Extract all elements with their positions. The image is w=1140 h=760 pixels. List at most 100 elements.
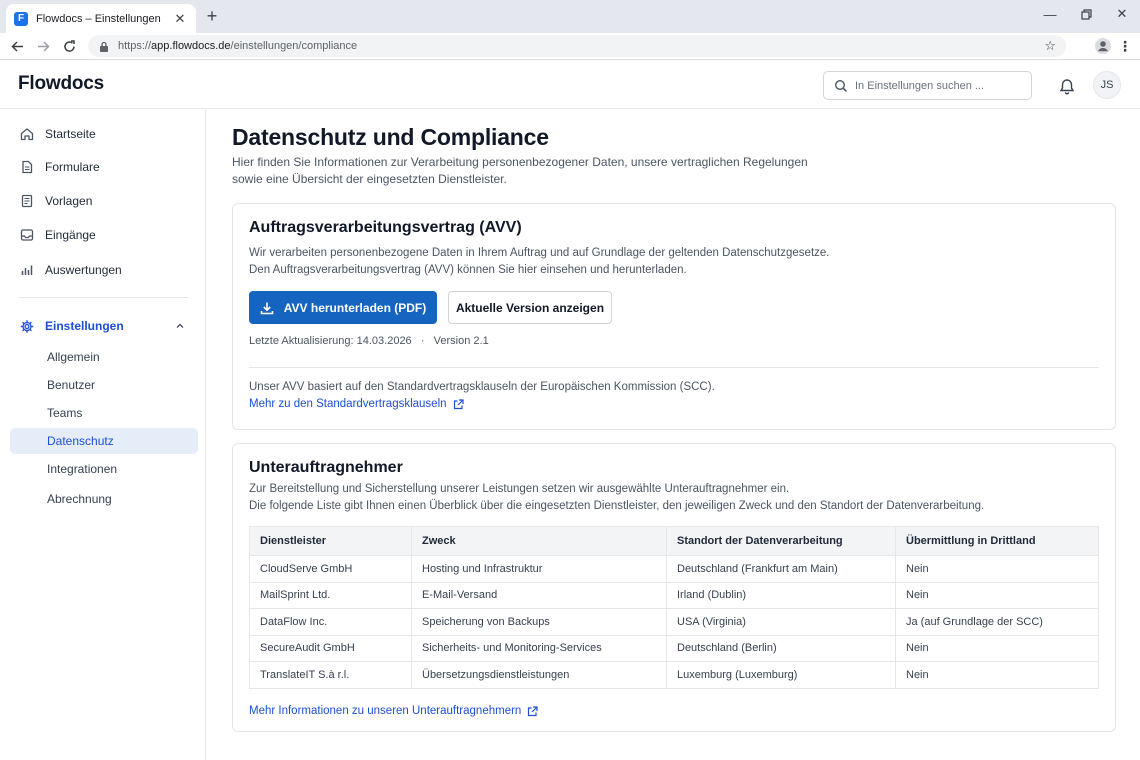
table-cell: E-Mail-Versand [411, 581, 667, 609]
table-cell: Übersetzungsdienstleistungen [411, 661, 667, 688]
download-avv-button[interactable]: AVV herunterladen (PDF) [249, 291, 437, 324]
table-row: MailSprint Ltd. E-Mail-Versand Irland (D… [249, 581, 1099, 609]
avv-meta: Letzte Aktualisierung: 14.03.2026 · Vers… [249, 335, 489, 347]
table-cell: Sicherheits- und Monitoring-Services [411, 634, 667, 662]
subprocessors-title: Unterauftragnehmer [249, 459, 403, 476]
subprocessors-text-line1: Zur Bereitstellung und Sicherstellung un… [249, 483, 790, 495]
sidebar-item-startseite[interactable]: Startseite [10, 120, 198, 148]
page-title: Datenschutz und Compliance [232, 124, 549, 150]
table-cell: Deutschland (Berlin) [666, 634, 896, 662]
table-row: TranslateIT S.à r.l. Übersetzungsdienstl… [249, 661, 1099, 688]
table-row: SecureAudit GmbH Sicherheits- und Monito… [249, 634, 1099, 662]
site-info-icon[interactable] [98, 40, 110, 52]
avv-title: Auftragsverarbeitungsvertrag (AVV) [249, 219, 522, 236]
brand-logo[interactable]: Flowdocs [18, 73, 104, 95]
sidebar-item-vorlagen[interactable]: Vorlagen [10, 187, 198, 215]
table-cell: Ja (auf Grundlage der SCC) [895, 608, 1099, 635]
sidebar: Startseite Formulare Vorlagen Eingänge A… [0, 110, 206, 760]
sidebar-section-einstellungen[interactable]: Einstellungen [10, 312, 198, 340]
document-icon [20, 160, 34, 174]
user-avatar[interactable]: JS [1093, 71, 1121, 99]
restore-icon[interactable] [1068, 0, 1104, 28]
search-placeholder: In Einstellungen suchen ... [855, 79, 985, 92]
forward-arrow-icon[interactable] [30, 35, 56, 57]
chevron-up-icon[interactable] [174, 320, 186, 332]
sidebar-item-auswertungen[interactable]: Auswertungen [10, 256, 198, 284]
external-link-icon [527, 705, 538, 717]
avv-text-line2: Den Auftragsverarbeitungsvertrag (AVV) k… [249, 264, 687, 276]
subprocessors-text-line2: Die folgende Liste gibt Ihnen einen Über… [249, 500, 985, 512]
close-window-icon[interactable]: ✕ [1104, 0, 1140, 28]
table-cell: SecureAudit GmbH [249, 634, 412, 662]
view-current-version-button[interactable]: Aktuelle Version anzeigen [448, 291, 612, 324]
avv-card: Auftragsverarbeitungsvertrag (AVV) Wir v… [232, 203, 1116, 430]
table-cell: Irland (Dublin) [666, 581, 896, 609]
table-cell: Nein [895, 581, 1099, 609]
home-icon [20, 127, 34, 141]
table-cell: CloudServe GmbH [249, 555, 412, 582]
sidebar-subitem-integrationen[interactable]: Integrationen [10, 456, 198, 482]
column-header: Standort der Datenverarbeitung [666, 526, 896, 556]
table-cell: Hosting und Infrastruktur [411, 555, 667, 582]
inbox-icon [20, 228, 34, 242]
main-content: Datenschutz und Compliance Hier finden S… [207, 110, 1140, 760]
browser-tabbar: F Flowdocs – Einstellungen ✕ + — ✕ [0, 0, 1140, 33]
sidebar-subitem-benutzer[interactable]: Benutzer [10, 372, 198, 398]
sidebar-item-eingaenge[interactable]: Eingänge [10, 221, 198, 249]
avv-divider [249, 367, 1099, 368]
sidebar-item-formulare[interactable]: Formulare [10, 153, 198, 181]
new-tab-icon[interactable]: + [202, 6, 222, 26]
page-description: Hier finden Sie Informationen zur Verarb… [232, 155, 808, 186]
app-favicon-icon: F [14, 11, 28, 26]
table-cell: MailSprint Ltd. [249, 581, 412, 609]
url-text: https://app.flowdocs.de/einstellungen/co… [118, 40, 358, 52]
bar-chart-icon [20, 263, 34, 277]
table-header-row: Dienstleister Zweck Standort der Datenve… [249, 526, 1099, 556]
sidebar-subitem-datenschutz[interactable]: Datenschutz [10, 428, 198, 454]
table-cell: Nein [895, 555, 1099, 582]
notifications-bell-icon[interactable] [1057, 76, 1077, 96]
subprocessors-table: Dienstleister Zweck Standort der Datenve… [249, 526, 1099, 689]
column-header: Übermittlung in Drittland [895, 526, 1099, 556]
column-header: Dienstleister [249, 526, 412, 556]
subprocessors-card: Unterauftragnehmer Zur Bereitstellung un… [232, 443, 1116, 732]
scc-text: Unser AVV basiert auf den Standardvertra… [249, 381, 715, 393]
sidebar-subitem-allgemein[interactable]: Allgemein [10, 344, 198, 370]
scc-link[interactable]: Mehr zu den Standardvertragsklauseln [249, 398, 464, 410]
download-avv-label: AVV herunterladen (PDF) [283, 300, 427, 315]
template-icon [20, 194, 34, 208]
table-cell: Nein [895, 634, 1099, 662]
sidebar-subitem-abrechnung[interactable]: Abrechnung [10, 486, 198, 512]
table-cell: USA (Virginia) [666, 608, 896, 635]
table-row: CloudServe GmbH Hosting und Infrastruktu… [249, 555, 1099, 582]
browser-profile-icon[interactable] [1094, 37, 1112, 55]
tab-title: Flowdocs – Einstellungen [36, 12, 161, 25]
subprocessors-more-link[interactable]: Mehr Informationen zu unseren Unterauftr… [249, 705, 538, 717]
external-link-icon [453, 398, 464, 410]
browser-tab[interactable]: F Flowdocs – Einstellungen ✕ [6, 4, 196, 33]
app-header: Flowdocs In Einstellungen suchen ... JS [0, 61, 1140, 109]
search-icon [834, 79, 848, 93]
table-cell: DataFlow Inc. [249, 608, 412, 635]
table-cell: Deutschland (Frankfurt am Main) [666, 555, 896, 582]
reload-icon[interactable] [56, 35, 82, 57]
download-icon [260, 301, 274, 315]
bookmark-star-icon[interactable]: ☆ [1044, 38, 1056, 54]
column-header: Zweck [411, 526, 667, 556]
browser-menu-icon[interactable]: ⋮ [1118, 37, 1132, 55]
table-cell: Nein [895, 661, 1099, 688]
browser-toolbar: https://app.flowdocs.de/einstellungen/co… [0, 33, 1140, 60]
settings-search-input[interactable]: In Einstellungen suchen ... [823, 71, 1032, 100]
back-arrow-icon[interactable] [4, 35, 30, 57]
sidebar-divider [18, 297, 188, 298]
address-bar[interactable]: https://app.flowdocs.de/einstellungen/co… [88, 35, 1066, 57]
table-cell: Speicherung von Backups [411, 608, 667, 635]
table-row: DataFlow Inc. Speicherung von Backups US… [249, 608, 1099, 635]
minimize-icon[interactable]: — [1032, 0, 1068, 28]
sidebar-subitem-teams[interactable]: Teams [10, 400, 198, 426]
table-cell: TranslateIT S.à r.l. [249, 661, 412, 688]
close-tab-icon[interactable]: ✕ [172, 11, 188, 27]
table-cell: Luxemburg (Luxemburg) [666, 661, 896, 688]
window-controls: — ✕ [1032, 0, 1140, 33]
gear-icon [20, 319, 34, 333]
